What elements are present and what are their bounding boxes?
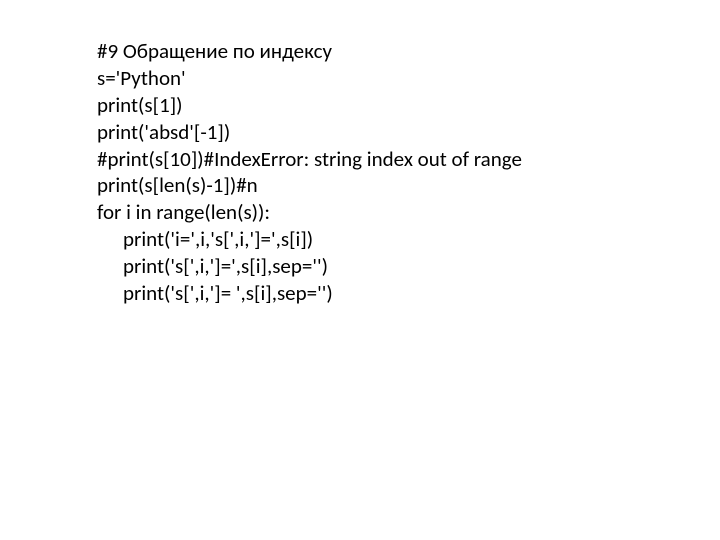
code-line-7: for i in range(len(s)): [97, 199, 720, 226]
code-line-3: print(s[1]) [97, 92, 720, 119]
code-line-4: print('absd'[-1]) [97, 119, 720, 146]
code-slide: #9 Обращение по индексу s='Python' print… [0, 0, 720, 307]
code-line-1: #9 Обращение по индексу [97, 38, 720, 65]
code-line-2: s='Python' [97, 65, 720, 92]
code-line-8: print('i=',i,'s[',i,']=',s[i]) [97, 226, 720, 253]
code-line-9: print('s[',i,']=',s[i],sep='') [97, 253, 720, 280]
code-line-5: #print(s[10])#IndexError: string index o… [97, 146, 720, 173]
code-line-10: print('s[',i,']= ',s[i],sep='') [97, 280, 720, 307]
code-line-6: print(s[len(s)-1])#n [97, 172, 720, 199]
